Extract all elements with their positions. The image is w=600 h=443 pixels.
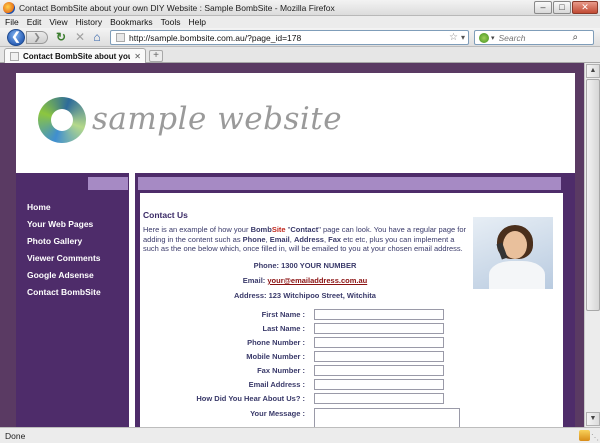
decorative-bar — [16, 173, 575, 193]
home-icon[interactable]: ⌂ — [90, 31, 104, 45]
phone-number-label: Phone Number : — [247, 338, 305, 347]
bar-right-accent — [138, 177, 561, 190]
status-addon-icon[interactable] — [579, 430, 590, 441]
last-name-label: Last Name : — [262, 324, 305, 333]
reload-icon[interactable]: ↻ — [54, 31, 68, 45]
navigation-toolbar: ❮ ❯ ↻ ✕ ⌂ http://sample.bombsite.com.au/… — [0, 28, 600, 47]
menu-tools[interactable]: Tools — [161, 17, 181, 27]
window-title-bar: Contact BombSite about your own DIY Webs… — [0, 0, 600, 16]
fax-number-field[interactable] — [314, 365, 444, 376]
content-right-bar — [563, 193, 575, 427]
tab-label: Contact BombSite about your own DI... — [23, 51, 130, 61]
window-title: Contact BombSite about your own DIY Webs… — [19, 2, 335, 13]
scroll-up-button[interactable]: ▲ — [586, 64, 600, 78]
scroll-thumb[interactable] — [586, 79, 600, 311]
email-line: Email: your@emailaddress.com.au — [140, 276, 470, 285]
menu-edit[interactable]: Edit — [27, 17, 42, 27]
phone-line: Phone: 1300 YOUR NUMBER — [253, 261, 357, 270]
nav-google-adsense[interactable]: Google Adsense — [27, 270, 94, 280]
search-bar[interactable]: ▾ ⌕ — [474, 30, 594, 45]
email-address-label: Email Address : — [248, 380, 305, 389]
contact-photo — [473, 217, 553, 289]
fax-number-label: Fax Number : — [257, 366, 305, 375]
web-page: sample website Home Your Web Pages Photo… — [16, 73, 575, 427]
search-engine-dropdown-icon[interactable]: ▾ — [491, 34, 495, 42]
how-did-you-hear-field[interactable] — [314, 393, 444, 404]
your-message-label: Your Message : — [250, 409, 305, 418]
menu-view[interactable]: View — [49, 17, 67, 27]
intro-paragraph: Here is an example of how your BombSite … — [143, 225, 467, 253]
scroll-down-button[interactable]: ▼ — [586, 412, 600, 426]
address-line: Address: 123 Witchipoo Street, Witchita — [234, 291, 376, 300]
menu-bar: File Edit View History Bookmarks Tools H… — [0, 16, 600, 28]
brand-bomb: Bomb — [250, 225, 272, 234]
new-tab-button[interactable]: + — [149, 50, 163, 62]
page-viewport: sample website Home Your Web Pages Photo… — [0, 63, 600, 427]
menu-history[interactable]: History — [76, 17, 102, 27]
vertical-scrollbar[interactable]: ▲ ▼ — [584, 63, 600, 427]
menu-help[interactable]: Help — [188, 17, 205, 27]
contact-word: Contact — [290, 225, 319, 234]
phone-number-field[interactable] — [314, 337, 444, 348]
window-controls: – □ ✕ — [534, 1, 598, 14]
mobile-number-label: Mobile Number : — [246, 352, 305, 361]
url-text[interactable]: http://sample.bombsite.com.au/?page_id=1… — [129, 33, 449, 43]
address-bar[interactable]: http://sample.bombsite.com.au/?page_id=1… — [110, 30, 469, 45]
search-engine-icon[interactable] — [479, 32, 489, 43]
search-input[interactable] — [498, 32, 571, 43]
menu-bookmarks[interactable]: Bookmarks — [110, 17, 153, 27]
maximize-button[interactable]: □ — [553, 1, 571, 14]
close-window-button[interactable]: ✕ — [572, 1, 598, 14]
brand-site: Site — [271, 225, 286, 234]
email-label: Email: — [242, 276, 268, 285]
main-content: Contact Us Here is an example of how you… — [135, 193, 575, 427]
email-address-field[interactable] — [314, 379, 444, 390]
page-favicon-icon — [116, 33, 125, 42]
stop-icon[interactable]: ✕ — [73, 31, 87, 45]
first-name-field[interactable] — [314, 309, 444, 320]
tab-contact-bombsite[interactable]: Contact BombSite about your own DI... ✕ — [4, 48, 146, 63]
url-dropdown-icon[interactable]: ▾ — [461, 33, 465, 42]
bookmark-star-icon[interactable]: ☆ — [449, 32, 458, 43]
forward-button[interactable]: ❯ — [26, 31, 48, 44]
last-name-field[interactable] — [314, 323, 444, 334]
tab-favicon-icon — [10, 51, 19, 61]
status-text: Done — [5, 430, 26, 441]
search-go-icon[interactable]: ⌕ — [573, 32, 579, 43]
nav-viewer-comments[interactable]: Viewer Comments — [27, 253, 101, 263]
site-logo-text[interactable]: sample website — [92, 101, 342, 137]
site-header: sample website — [16, 73, 575, 163]
resize-grip-icon[interactable]: ⋱ — [591, 433, 599, 442]
site-logo-icon[interactable] — [38, 97, 86, 143]
mobile-number-field[interactable] — [314, 351, 444, 362]
nav-home[interactable]: Home — [27, 202, 51, 212]
firefox-icon — [3, 1, 15, 14]
site-sidebar: Home Your Web Pages Photo Gallery Viewer… — [16, 193, 129, 427]
first-name-label: First Name : — [261, 310, 305, 319]
tab-close-icon[interactable]: ✕ — [134, 52, 141, 61]
page-heading: Contact Us — [143, 210, 188, 220]
menu-file[interactable]: File — [5, 17, 19, 27]
your-message-textarea[interactable] — [314, 408, 460, 427]
back-button[interactable]: ❮ — [7, 29, 25, 46]
tab-bar: Contact BombSite about your own DI... ✕ … — [0, 47, 600, 63]
minimize-button[interactable]: – — [534, 1, 552, 14]
email-link[interactable]: your@emailaddress.com.au — [267, 276, 367, 285]
bar-left-accent — [88, 177, 128, 190]
status-bar: Done ⋱ — [0, 427, 600, 443]
nav-your-web-pages[interactable]: Your Web Pages — [27, 219, 93, 229]
nav-photo-gallery[interactable]: Photo Gallery — [27, 236, 82, 246]
how-did-you-hear-label: How Did You Hear About Us? : — [196, 394, 305, 403]
nav-contact-bombsite[interactable]: Contact BombSite — [27, 287, 101, 297]
